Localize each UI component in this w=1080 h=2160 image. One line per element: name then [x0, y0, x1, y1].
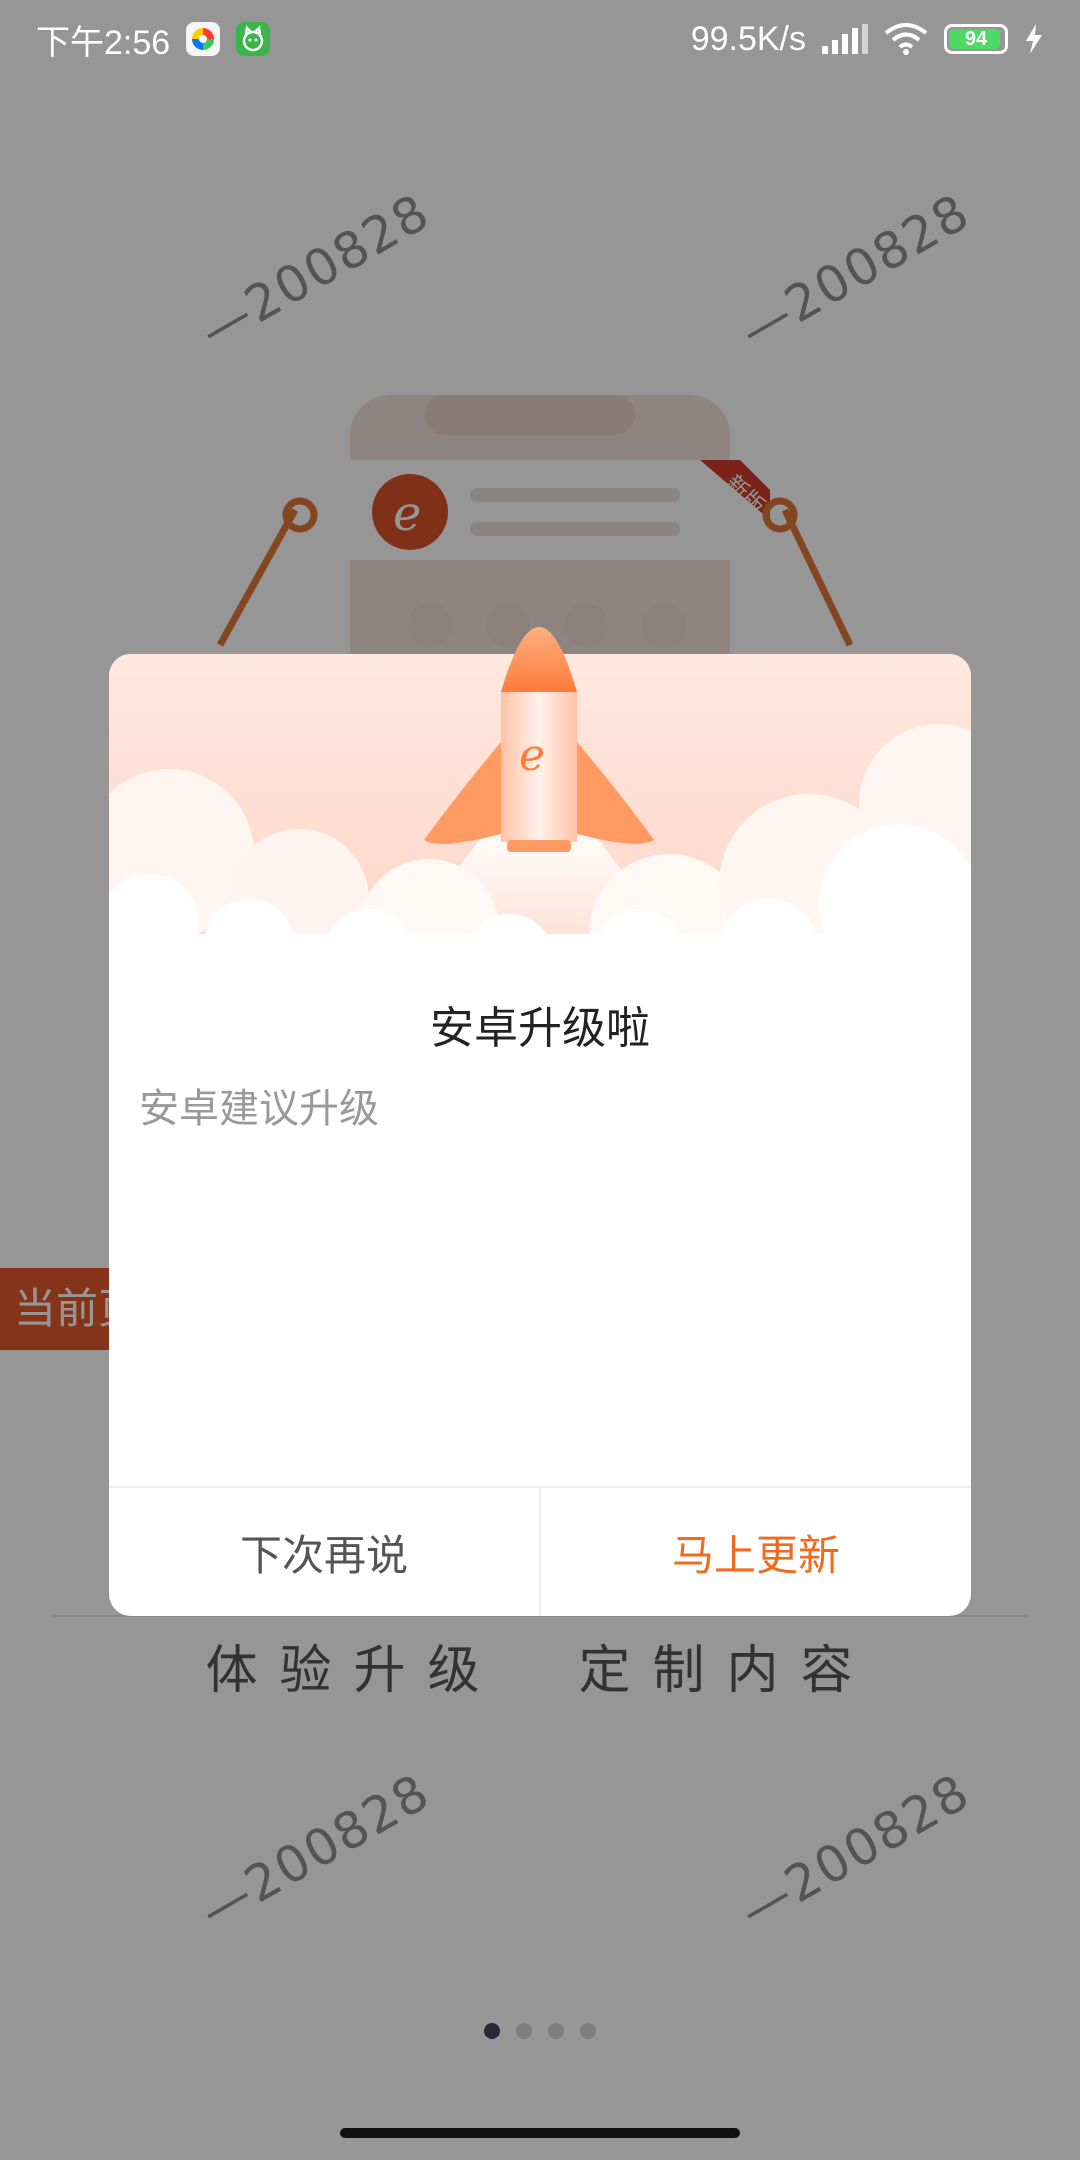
battery-level: 94	[964, 27, 988, 50]
battery-icon: 94	[944, 24, 1008, 54]
status-time: 下午2:56	[36, 23, 171, 62]
upgrade-dialog: e 安卓升级啦 安卓建议升级 下次再说 马上更新	[109, 627, 971, 1616]
home-indicator[interactable]	[340, 2128, 740, 2138]
later-button[interactable]: 下次再说	[109, 1488, 541, 1616]
wifi-icon	[884, 23, 928, 55]
dialog-title: 安卓升级啦	[430, 1003, 650, 1054]
cat-app-icon	[236, 22, 271, 56]
svg-text:e: e	[519, 730, 545, 781]
update-now-button[interactable]: 马上更新	[541, 1488, 971, 1616]
network-speed: 99.5K/s	[690, 19, 806, 58]
signal-icon	[822, 24, 868, 54]
dialog-message: 安卓建议升级	[139, 1086, 379, 1132]
photos-app-icon	[186, 22, 221, 56]
rocket-icon: e	[424, 627, 654, 852]
dialog-footer: 下次再说 马上更新	[109, 1486, 971, 1616]
charging-icon	[1026, 24, 1042, 54]
status-bar: 下午2:56 99.5K/s 94	[0, 0, 1080, 78]
